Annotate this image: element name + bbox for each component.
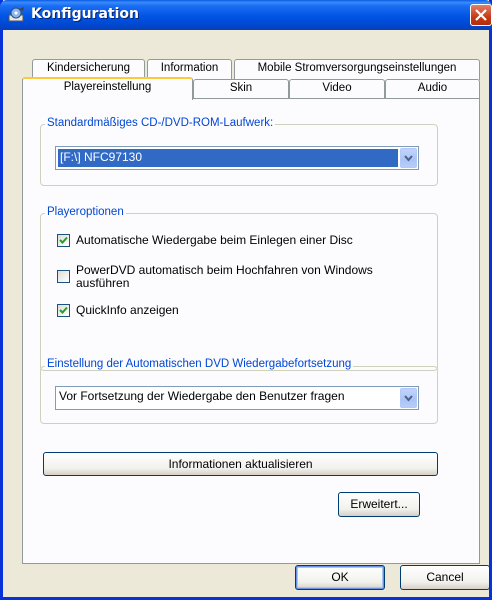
quickinfo-label: QuickInfo anzeigen: [76, 303, 179, 317]
autoplay-label: Automatische Wiedergabe beim Einlegen ei…: [76, 233, 353, 247]
tab-label: Playereinstellung: [63, 81, 152, 93]
quickinfo-checkbox[interactable]: [57, 304, 70, 317]
tab-playereinstellung[interactable]: Playereinstellung: [22, 77, 193, 100]
tab-label: Information: [160, 62, 219, 74]
resume-select-value: Vor Fortsetzung der Wiedergabe den Benut…: [59, 389, 345, 403]
title-bar[interactable]: Konfiguration: [0, 0, 492, 30]
tab-label: Kindersicherung: [46, 62, 131, 74]
app-icon: [8, 6, 26, 23]
autoplay-checkbox[interactable]: [57, 234, 70, 247]
config-dialog: Konfiguration Kindersicherung Informatio…: [0, 0, 492, 600]
tab-panel: Standardmäßiges CD-/DVD-ROM-Laufwerk: [F…: [22, 98, 480, 564]
tab-label: Mobile Stromversorgungseinstellungen: [257, 62, 457, 74]
drive-select-value: [F:\] NFC97130: [58, 149, 398, 167]
drive-select[interactable]: [F:\] NFC97130: [55, 146, 419, 170]
ok-button[interactable]: OK: [295, 565, 385, 590]
close-icon: [475, 9, 487, 21]
tab-audio[interactable]: Audio: [385, 79, 480, 99]
chevron-down-icon[interactable]: [400, 388, 417, 408]
close-button[interactable]: [470, 4, 492, 26]
tab-label: Skin: [229, 82, 253, 94]
player-options-label: Playeroptionen: [45, 206, 126, 218]
resume-select[interactable]: Vor Fortsetzung der Wiedergabe den Benut…: [55, 386, 419, 410]
tab-mobile-power[interactable]: Mobile Stromversorgungseinstellungen: [234, 59, 480, 80]
checkmark-icon: [59, 236, 68, 244]
drive-group-label: Standardmäßiges CD-/DVD-ROM-Laufwerk:: [45, 117, 276, 129]
checkmark-icon: [59, 306, 68, 314]
cancel-button[interactable]: Cancel: [400, 565, 490, 590]
window-title: Konfiguration: [31, 6, 139, 22]
refresh-info-button[interactable]: Informationen aktualisieren: [43, 452, 438, 476]
autostart-label: PowerDVD automatisch beim Hochfahren von…: [76, 263, 373, 290]
resume-group-label: Einstellung der Automatischen DVD Wieder…: [45, 358, 354, 370]
tab-label: Audio: [417, 82, 448, 94]
tab-video[interactable]: Video: [289, 79, 385, 99]
advanced-button[interactable]: Erweitert...: [338, 492, 420, 517]
chevron-down-icon[interactable]: [400, 148, 417, 168]
tab-skin[interactable]: Skin: [193, 79, 289, 99]
tab-label: Video: [322, 82, 352, 94]
autostart-checkbox[interactable]: [57, 270, 70, 283]
